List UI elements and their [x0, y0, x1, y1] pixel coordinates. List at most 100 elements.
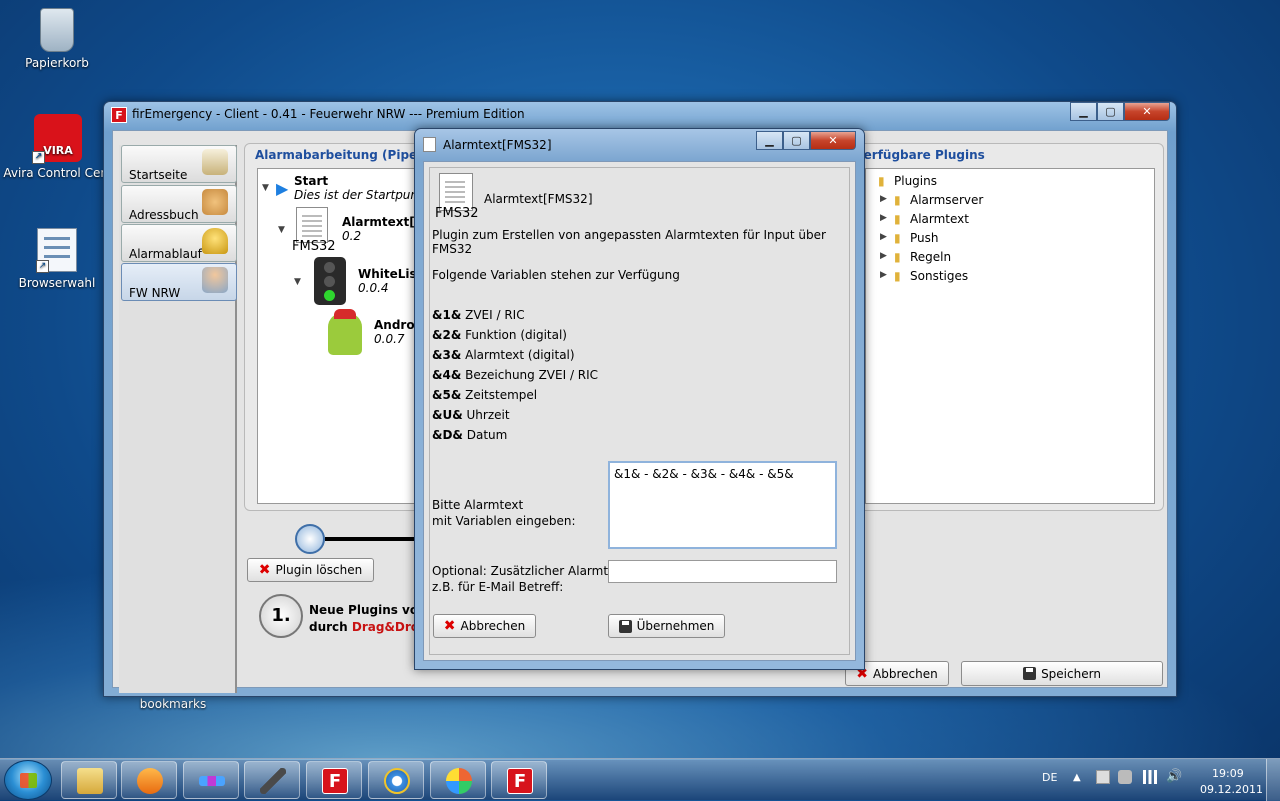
folder-icon: ▮ [894, 231, 901, 245]
collapsed-icon[interactable]: ▶ [880, 251, 887, 261]
optional-label-line2: z.B. für E-Mail Betreff: [432, 580, 564, 594]
taskbar-app-3[interactable] [183, 761, 239, 799]
plugin-delete-button[interactable]: ✖ Plugin löschen [247, 558, 374, 582]
variable-item: &4& Bezeichung ZVEI / RIC [432, 368, 598, 382]
close-button[interactable]: ✕ [1124, 102, 1170, 121]
optional-label-line1: Optional: Zusätzlicher Alarmtext [432, 564, 628, 578]
variable-item: &D& Datum [432, 428, 507, 442]
expand-icon[interactable]: ▼ [278, 225, 285, 235]
delete-icon: ✖ [258, 562, 271, 578]
alarmtext-textarea[interactable]: &1& - &2& - &3& - &4& - &5& [608, 461, 837, 549]
variable-item: &U& Uhrzeit [432, 408, 510, 422]
show-desktop-button[interactable] [1266, 759, 1280, 801]
language-indicator[interactable]: DE [1042, 771, 1057, 784]
desktop-icon-bookmarks[interactable]: bookmarks [118, 695, 228, 711]
pen-icon [260, 768, 286, 794]
main-save-button[interactable]: Speichern [961, 661, 1163, 686]
plugin-category-regeln[interactable]: Regeln [910, 250, 951, 264]
expand-icon[interactable]: ▼ [262, 183, 269, 193]
hint-prefix: durch [309, 620, 352, 634]
browser-choice-icon: ↗ [36, 228, 77, 273]
plugin-category-alarmserver[interactable]: Alarmserver [910, 193, 983, 207]
node-desc: Dies ist der Startpunkt [294, 188, 430, 202]
collapsed-icon[interactable]: ▶ [880, 194, 887, 204]
variable-item: &1& ZVEI / RIC [432, 308, 525, 322]
folder-icon: ▮ [894, 250, 901, 264]
variable-key: &U& [432, 408, 463, 422]
taskbar-app-firemergency[interactable]: F [306, 761, 362, 799]
plugins-root[interactable]: Plugins [894, 174, 937, 188]
collapsed-icon[interactable]: ▶ [880, 232, 887, 242]
dialog-header-badge: FMS32 [435, 206, 479, 221]
taskbar-app-internet-explorer[interactable] [368, 761, 424, 799]
user-icon [202, 267, 228, 293]
show-hidden-icons[interactable]: ▲ [1073, 772, 1081, 783]
clock-time[interactable]: 19:09 [1212, 767, 1244, 780]
variable-item: &5& Zeitstempel [432, 388, 537, 402]
node-version: 0.0.4 [358, 281, 389, 295]
pipeline-node-whitelist[interactable]: WhiteList 0.0.4 [358, 267, 422, 295]
variable-desc: Zeitstempel [465, 388, 538, 402]
folder-icon: ▮ [878, 174, 885, 188]
dialog-accept-button[interactable]: Übernehmen [608, 614, 725, 638]
button-label: Übernehmen [636, 619, 715, 633]
plugin-category-sonstiges[interactable]: Sonstiges [910, 269, 968, 283]
dialog-cancel-button[interactable]: ✖ Abbrechen [433, 614, 536, 638]
desktop-icon-recycle-bin[interactable]: Papierkorb [2, 8, 112, 70]
desktop-icon-browserwahl[interactable]: ↗ Browserwahl [2, 228, 112, 290]
hint-line-2: durch Drag&Drop [309, 620, 428, 634]
variable-key: &4& [432, 368, 462, 382]
step-number-badge: 1. [259, 594, 303, 638]
sidebar-item-fw-nrw[interactable]: FW NRW [121, 263, 237, 301]
dialog-titlebar[interactable]: Alarmtext[FMS32] ▁ ▢ ✕ [415, 129, 864, 155]
sidebar-item-alarmablauf[interactable]: Alarmablauf [121, 224, 237, 262]
alarmtext-label-line2: mit Variablen eingeben: [432, 514, 576, 528]
dialog-plugin-name: Alarmtext[FMS32] [484, 192, 593, 206]
taskbar-app-explorer[interactable] [61, 761, 117, 799]
taskbar-app-paint[interactable] [430, 761, 486, 799]
desktop-icon-avira[interactable]: VIRA ↗ Avira Control Cent [3, 114, 113, 180]
folder-icon: ▮ [894, 212, 901, 226]
sidebar-item-label: Startseite [129, 168, 188, 182]
dialog-description: Plugin zum Erstellen von angepassten Ala… [432, 228, 826, 256]
folder-icon [77, 768, 103, 794]
button-label: Plugin löschen [275, 563, 363, 577]
contacts-icon [202, 189, 228, 215]
main-window-titlebar[interactable]: F firEmergency - Client - 0.41 - Feuerwe… [104, 102, 1176, 128]
sidebar-item-adressbuch[interactable]: Adressbuch [121, 185, 237, 223]
taskbar-app-4[interactable] [244, 761, 300, 799]
taskbar-app-media-player[interactable] [121, 761, 177, 799]
folder-icon: ▮ [894, 193, 901, 207]
main-window-title: firEmergency - Client - 0.41 - Feuerwehr… [132, 107, 525, 121]
plugin-category-alarmtext[interactable]: Alarmtext [910, 212, 969, 226]
network-warning-icon[interactable] [1118, 770, 1132, 784]
document-icon [296, 207, 328, 243]
android-icon [328, 309, 362, 355]
action-center-icon[interactable] [1096, 770, 1110, 784]
save-disk-icon [1023, 667, 1037, 680]
dialog-title: Alarmtext[FMS32] [443, 138, 552, 152]
sidebar-item-label: Adressbuch [129, 208, 199, 222]
collapsed-icon[interactable]: ▶ [880, 213, 887, 223]
clock-date[interactable]: 09.12.2011 [1200, 783, 1263, 796]
dialog-close-button[interactable]: ✕ [810, 131, 856, 150]
expand-icon[interactable]: ▼ [294, 277, 301, 287]
sidebar-item-startseite[interactable]: Startseite [121, 145, 237, 183]
taskbar: F F DE ▲ 🔊 19:09 09.12.2011 [0, 758, 1280, 801]
optional-alarmtext-input[interactable] [608, 560, 837, 583]
maximize-button[interactable]: ▢ [1097, 102, 1124, 121]
signal-icon[interactable] [1143, 770, 1157, 784]
taskbar-app-firemergency-2[interactable]: F [491, 761, 547, 799]
dialog-maximize-button[interactable]: ▢ [783, 131, 810, 150]
node-name: WhiteList [358, 267, 423, 281]
volume-icon[interactable]: 🔊 [1166, 769, 1182, 784]
plugin-category-push[interactable]: Push [910, 231, 939, 245]
pipeline-node-start[interactable]: Start Dies ist der Startpunkt [294, 174, 430, 202]
start-button[interactable] [4, 760, 52, 800]
variable-key: &5& [432, 388, 462, 402]
collapsed-icon[interactable]: ▶ [880, 270, 887, 280]
dialog-minimize-button[interactable]: ▁ [756, 131, 783, 150]
node-badge: FMS32 [292, 239, 336, 254]
minimize-button[interactable]: ▁ [1070, 102, 1097, 121]
save-disk-icon [618, 619, 632, 633]
